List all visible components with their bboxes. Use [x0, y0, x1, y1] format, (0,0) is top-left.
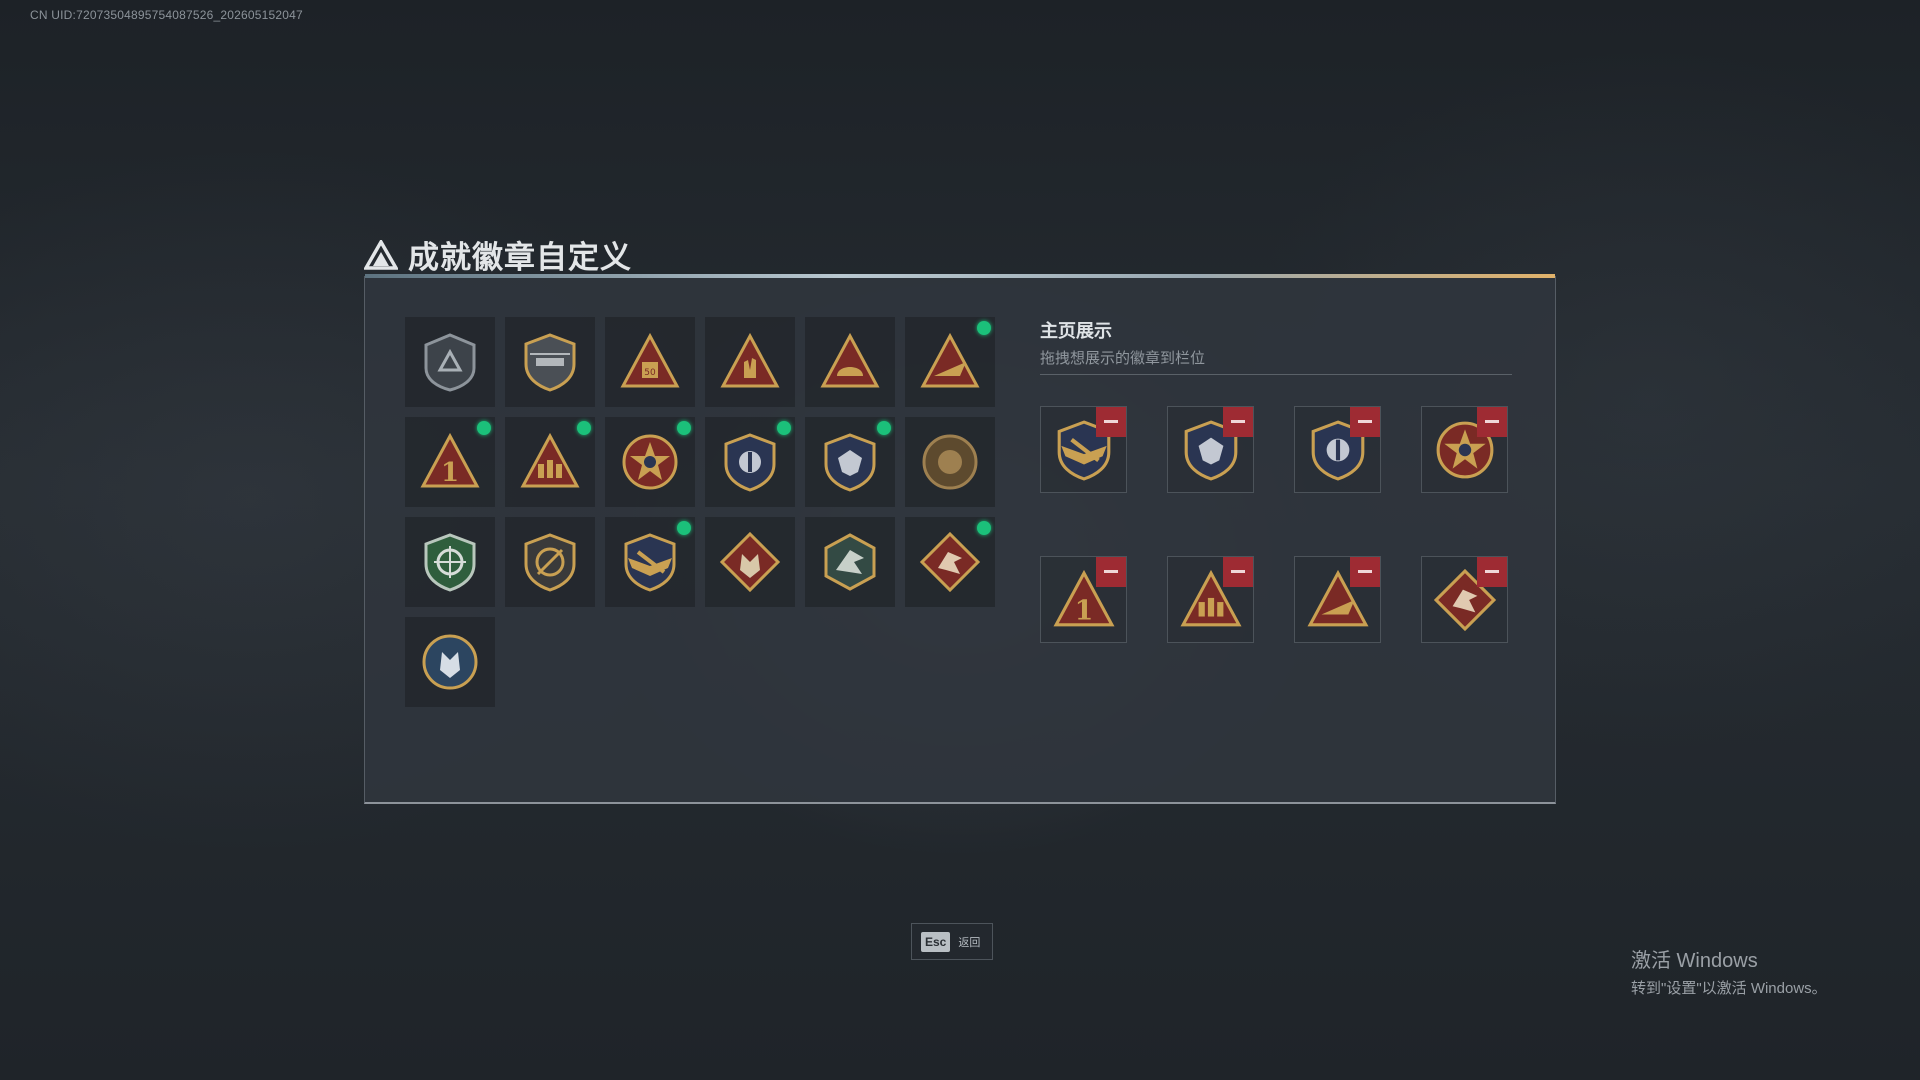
delta-logo-icon [364, 239, 398, 270]
windows-activation-title: 激活 Windows [1631, 950, 1758, 972]
badge-slot[interactable] [705, 517, 795, 607]
wolf-round-badge-icon [422, 634, 478, 690]
svg-text:50: 50 [644, 368, 656, 378]
remove-badge-button[interactable] [1096, 557, 1126, 587]
remove-badge-button[interactable] [1350, 407, 1380, 437]
showcase-slot[interactable]: 1 [1040, 556, 1127, 643]
badge-slot[interactable] [705, 417, 795, 507]
panel-top-accent [365, 274, 1555, 278]
showcase-slot[interactable] [1421, 406, 1508, 493]
showcase-slot[interactable] [1040, 406, 1127, 493]
remove-badge-button[interactable] [1477, 407, 1507, 437]
badge-slot[interactable] [905, 417, 995, 507]
badge-slot[interactable] [805, 417, 895, 507]
new-indicator-dot [877, 421, 891, 435]
showcase-header: 主页展示 拖拽想展示的徽章到栏位 [1040, 317, 1512, 368]
uid-text: CN UID:72073504895754087526_202605152047 [30, 8, 303, 22]
showcase-divider [1040, 374, 1512, 375]
showcase-slot[interactable] [1167, 406, 1254, 493]
svg-text:1: 1 [441, 458, 459, 488]
wolf-diamond-badge-icon [720, 532, 780, 592]
esc-key-hint: Esc [921, 931, 951, 952]
showcase-slot[interactable] [1421, 556, 1508, 643]
new-indicator-dot [977, 321, 991, 335]
remove-badge-button[interactable] [1477, 557, 1507, 587]
green-crosshair-shield-icon [424, 533, 476, 592]
badge-customize-panel: 50 1 主页展示 拖拽想展示的徽章到栏位 1 [364, 274, 1556, 804]
helicopter-shield-badge-icon [524, 333, 576, 392]
badge-slot[interactable] [405, 617, 495, 707]
badge-slot[interactable] [705, 317, 795, 407]
new-indicator-dot [777, 421, 791, 435]
badge-slot[interactable] [505, 517, 595, 607]
rifle-shield-badge-icon [524, 533, 576, 592]
jet-triangle-badge-icon [920, 332, 980, 388]
winged-rifle-emblem-icon [624, 533, 676, 592]
badge-slot[interactable] [605, 517, 695, 607]
badge-slot[interactable] [405, 517, 495, 607]
star-medal-badge-icon [622, 434, 678, 490]
remove-badge-button[interactable] [1096, 407, 1126, 437]
remove-badge-button[interactable] [1223, 407, 1253, 437]
dragon-hexagon-badge-icon [824, 533, 876, 591]
badge-slot[interactable] [605, 417, 695, 507]
back-button[interactable]: Esc 返回 [911, 923, 993, 960]
badge-slot[interactable] [505, 417, 595, 507]
new-indicator-dot [477, 421, 491, 435]
new-indicator-dot [977, 521, 991, 535]
badge-slot[interactable] [405, 317, 495, 407]
page-header: 成就徽章自定义 [364, 232, 632, 277]
remove-badge-button[interactable] [1350, 557, 1380, 587]
grey-shield-emblem-icon [424, 333, 476, 392]
fifty-triangle-badge-icon: 50 [620, 332, 680, 388]
showcase-title: 主页展示 [1040, 321, 1112, 341]
badge-slot[interactable] [905, 517, 995, 607]
windows-activation-hint: 转到"设置"以激活 Windows。 [1631, 980, 1827, 997]
badge-slot[interactable] [505, 317, 595, 407]
new-indicator-dot [677, 521, 691, 535]
soldiers-triangle-badge-icon [520, 432, 580, 488]
new-indicator-dot [577, 421, 591, 435]
eagle-shield-badge-icon [824, 433, 876, 492]
badge-slot[interactable] [805, 517, 895, 607]
showcase-slot[interactable] [1294, 406, 1381, 493]
bronze-round-badge-icon [922, 434, 978, 490]
badge-collection-grid: 50 1 [405, 317, 995, 707]
back-label: 返回 [958, 936, 981, 949]
badge-slot[interactable] [905, 317, 995, 407]
dragon-diamond-badge-icon [920, 532, 980, 592]
new-indicator-dot [677, 421, 691, 435]
hand-triangle-badge-icon [720, 332, 780, 388]
showcase-slot[interactable] [1167, 556, 1254, 643]
badge-slot[interactable]: 1 [405, 417, 495, 507]
windows-activation-watermark: 激活 Windows 转到"设置"以激活 Windows。 [1631, 944, 1827, 998]
badge-slot[interactable] [805, 317, 895, 407]
number-one-triangle-badge-icon: 1 [420, 432, 480, 488]
showcase-subtitle: 拖拽想展示的徽章到栏位 [1040, 350, 1206, 367]
police-shield-badge-icon [724, 433, 776, 492]
badge-slot[interactable]: 50 [605, 317, 695, 407]
showcase-slot[interactable] [1294, 556, 1381, 643]
showcase-slots-grid: 1 [1040, 406, 1508, 643]
svg-text:1: 1 [1075, 596, 1094, 627]
helmet-triangle-badge-icon [820, 332, 880, 388]
page-title: 成就徽章自定义 [408, 240, 632, 276]
remove-badge-button[interactable] [1223, 557, 1253, 587]
